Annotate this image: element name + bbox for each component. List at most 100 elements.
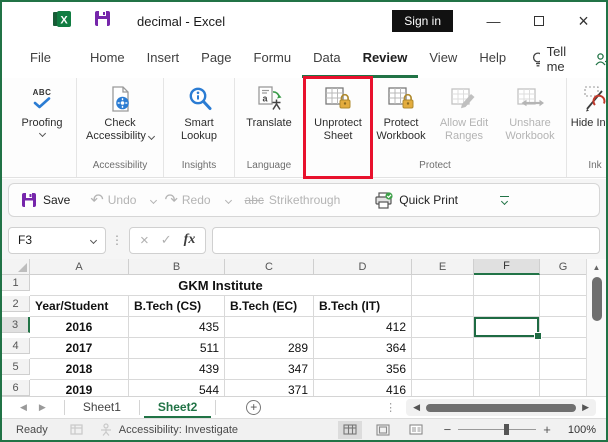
cell-merged-title[interactable]: GKM Institute bbox=[30, 275, 412, 296]
sheet-tab-sheet2[interactable]: Sheet2 bbox=[143, 397, 212, 418]
enter-icon[interactable]: ✓ bbox=[161, 232, 172, 248]
name-box-dropdown-icon[interactable] bbox=[89, 236, 98, 245]
row-header-6[interactable]: 6 bbox=[2, 380, 30, 396]
cell-A5[interactable]: 2018 bbox=[30, 359, 129, 380]
cell-F1[interactable] bbox=[474, 275, 540, 296]
cell-B4[interactable]: 511 bbox=[129, 338, 225, 359]
formula-input[interactable] bbox=[212, 226, 600, 254]
vertical-scroll-thumb[interactable] bbox=[592, 277, 602, 321]
customize-toolbar-icon[interactable] bbox=[499, 195, 509, 206]
maximize-button[interactable] bbox=[516, 2, 561, 40]
sheet-next-icon[interactable]: ▶ bbox=[39, 402, 46, 413]
cell-D3[interactable]: 412 bbox=[314, 317, 412, 338]
cell-B2[interactable]: B.Tech (CS) bbox=[129, 296, 225, 317]
smart-lookup-button[interactable]: Smart Lookup bbox=[166, 78, 232, 143]
cell-A6[interactable]: 2019 bbox=[30, 380, 129, 396]
cell-A2[interactable]: Year/Student bbox=[30, 296, 129, 317]
tab-scroll-handle[interactable]: ⋮ bbox=[385, 401, 396, 414]
col-header-G[interactable]: G bbox=[540, 259, 586, 275]
vertical-scrollbar[interactable]: ▲ bbox=[586, 259, 606, 396]
name-box[interactable]: F3 bbox=[8, 226, 106, 254]
unprotect-sheet-button[interactable]: Unprotect Sheet bbox=[303, 76, 373, 179]
cell-G4[interactable] bbox=[540, 338, 586, 359]
tab-page-layout[interactable]: Page bbox=[190, 40, 242, 78]
save-button[interactable]: Save bbox=[21, 192, 70, 208]
tab-formulas[interactable]: Formu bbox=[243, 40, 303, 78]
page-layout-view-button[interactable] bbox=[371, 421, 395, 439]
add-sheet-button[interactable]: + bbox=[246, 400, 262, 415]
zoom-slider-thumb[interactable] bbox=[503, 424, 509, 435]
scroll-left-icon[interactable]: ◀ bbox=[413, 402, 420, 413]
accessibility-status[interactable]: Accessibility: Investigate bbox=[99, 423, 238, 436]
macro-record-icon[interactable] bbox=[70, 424, 83, 435]
normal-view-button[interactable] bbox=[337, 420, 362, 439]
cell-E1[interactable] bbox=[412, 275, 474, 296]
cell-D2[interactable]: B.Tech (IT) bbox=[314, 296, 412, 317]
col-header-D[interactable]: D bbox=[314, 259, 412, 275]
horizontal-scroll-thumb[interactable] bbox=[426, 403, 577, 412]
cancel-icon[interactable]: × bbox=[140, 232, 149, 249]
row-header-1[interactable]: 1 bbox=[2, 275, 30, 291]
insert-function-icon[interactable]: fx bbox=[184, 232, 196, 248]
select-all-corner[interactable] bbox=[2, 259, 30, 275]
cell-C3[interactable] bbox=[225, 317, 314, 338]
cell-E4[interactable] bbox=[412, 338, 474, 359]
cell-C2[interactable]: B.Tech (EC) bbox=[225, 296, 314, 317]
horizontal-scrollbar[interactable]: ◀ ▶ bbox=[406, 399, 596, 416]
cell-B5[interactable]: 439 bbox=[129, 359, 225, 380]
col-header-B[interactable]: B bbox=[129, 259, 225, 275]
cell-F2[interactable] bbox=[474, 296, 540, 317]
cell-C5[interactable]: 347 bbox=[225, 359, 314, 380]
minimize-button[interactable]: — bbox=[471, 2, 516, 40]
zoom-in-button[interactable]: + bbox=[543, 422, 551, 437]
col-header-C[interactable]: C bbox=[225, 259, 314, 275]
sheet-tab-sheet1[interactable]: Sheet1 bbox=[69, 397, 135, 418]
sign-in-button[interactable]: Sign in bbox=[392, 10, 453, 32]
cell-A4[interactable]: 2017 bbox=[30, 338, 129, 359]
cell-F6[interactable] bbox=[474, 380, 540, 396]
scroll-right-icon[interactable]: ▶ bbox=[582, 402, 589, 413]
cell-C4[interactable]: 289 bbox=[225, 338, 314, 359]
cell-E6[interactable] bbox=[412, 380, 474, 396]
row-header-2[interactable]: 2 bbox=[2, 296, 30, 312]
formula-bar-handle[interactable]: ⋮ bbox=[111, 233, 124, 247]
scroll-up-icon[interactable]: ▲ bbox=[587, 259, 606, 272]
cell-E5[interactable] bbox=[412, 359, 474, 380]
cell-F3[interactable] bbox=[474, 317, 542, 340]
tab-data[interactable]: Data bbox=[302, 40, 352, 78]
tell-me-control[interactable]: Tell me bbox=[531, 44, 572, 74]
col-header-E[interactable]: E bbox=[412, 259, 474, 275]
cell-D6[interactable]: 416 bbox=[314, 380, 412, 396]
close-button[interactable]: × bbox=[561, 2, 606, 40]
check-accessibility-button[interactable]: Check Accessibility bbox=[79, 78, 161, 143]
cell-G5[interactable] bbox=[540, 359, 586, 380]
col-header-A[interactable]: A bbox=[30, 259, 129, 275]
zoom-level[interactable]: 100% bbox=[568, 424, 596, 436]
cell-F5[interactable] bbox=[474, 359, 540, 380]
sheet-prev-icon[interactable]: ◀ bbox=[20, 402, 27, 413]
cell-F4[interactable] bbox=[474, 338, 540, 359]
tab-view[interactable]: View bbox=[418, 40, 468, 78]
protect-workbook-button[interactable]: Protect Workbook bbox=[370, 78, 432, 143]
translate-button[interactable]: a Translate bbox=[237, 78, 301, 130]
cell-E2[interactable] bbox=[412, 296, 474, 317]
cell-D5[interactable]: 356 bbox=[314, 359, 412, 380]
quick-save-icon[interactable] bbox=[94, 10, 111, 32]
cell-G1[interactable] bbox=[540, 275, 586, 296]
tab-home[interactable]: Home bbox=[79, 40, 136, 78]
hide-ink-button[interactable]: Hide Ink bbox=[569, 78, 606, 130]
share-button[interactable]: Share bbox=[594, 52, 606, 67]
cell-C6[interactable]: 371 bbox=[225, 380, 314, 396]
tab-file[interactable]: File bbox=[16, 40, 65, 78]
cell-G2[interactable] bbox=[540, 296, 586, 317]
col-header-F[interactable]: F bbox=[474, 259, 540, 275]
quick-print-button[interactable]: Quick Print bbox=[374, 191, 458, 209]
row-header-5[interactable]: 5 bbox=[2, 359, 30, 375]
zoom-out-button[interactable]: − bbox=[444, 422, 452, 437]
zoom-slider[interactable] bbox=[458, 424, 537, 435]
cell-G6[interactable] bbox=[540, 380, 586, 396]
proofing-button[interactable]: ABC Proofing bbox=[10, 78, 74, 138]
cell-B3[interactable]: 435 bbox=[129, 317, 225, 338]
row-header-3[interactable]: 3 bbox=[2, 317, 30, 333]
cell-B6[interactable]: 544 bbox=[129, 380, 225, 396]
